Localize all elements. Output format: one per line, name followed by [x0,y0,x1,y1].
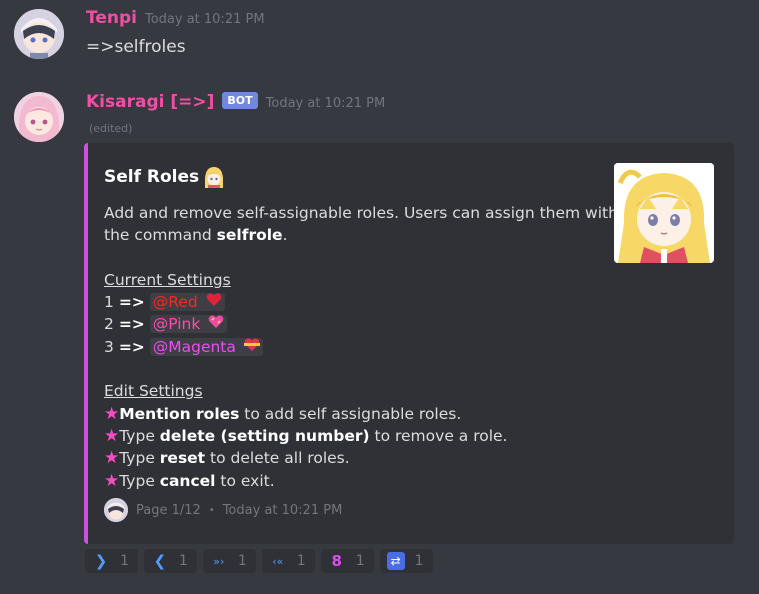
message-content: =>selfroles [86,37,186,57]
reaction-count: 1 [120,553,129,569]
timestamp: Today at 10:21 PM [265,96,386,111]
heart-with-ribbon-icon [243,336,260,358]
edit-settings-heading: Edit Settings [104,382,203,401]
reaction-count: 1 [296,553,306,569]
footer-separator: • [208,504,215,516]
role-entry-2: 2 => @Pink [104,313,604,335]
reaction-fast-forward[interactable]: »› 1 [202,549,256,573]
repeat-icon: ⇄ [386,552,405,570]
reaction-count: 1 [414,553,424,569]
bot-tag: BOT [222,92,258,109]
embed-description: Add and remove self-assignable roles. Us… [104,202,618,492]
edited-label: (edited) [89,122,133,135]
reaction-count: 1 [355,553,365,569]
numbers-icon: 8 [331,552,342,570]
footer-page: Page 1/12 [136,502,201,518]
username[interactable]: Tenpi [86,8,137,28]
bot-username[interactable]: Kisaragi [=>] [86,92,214,112]
anime-face-emoji-icon [203,166,226,188]
footer-avatar [104,498,128,522]
rewind-icon: ‹« [272,554,284,568]
bot-avatar[interactable] [14,92,64,142]
embed-footer: Page 1/12 • Today at 10:21 PM [104,498,342,522]
role-mention-magenta[interactable]: @Magenta [149,336,263,358]
embed-title-text: Self Roles [104,167,200,187]
sparkling-heart-icon [208,313,224,335]
role-entry-3: 3 => @Magenta [104,336,604,358]
message-tenpi: Tenpi Today at 10:21 PM =>selfroles [0,0,759,80]
footer-timestamp: Today at 10:21 PM [222,502,343,518]
edit-line-4: ★Type cancel to exit. [104,470,275,491]
red-heart-icon [206,291,222,313]
reaction-left-arrow[interactable]: ❮ 1 [143,549,197,573]
reaction-right-arrow[interactable]: ❯ 1 [85,549,138,573]
edit-line-1: ★Mention roles to add self assignable ro… [104,403,462,424]
right-arrow-icon: ❯ [94,552,108,570]
star-icon: ★ [104,425,120,446]
role-mention-red[interactable]: @Red [149,291,225,313]
reaction-rewind[interactable]: ‹« 1 [261,549,315,573]
edit-line-3: ★Type reset to delete all roles. [104,448,350,469]
role-entry-1: 1 => @Red [104,291,604,313]
star-icon: ★ [104,403,120,424]
reaction-count: 1 [178,553,188,569]
fast-forward-icon: »› [213,554,225,568]
role-mention-pink[interactable]: @Pink [149,313,228,335]
embed-thumbnail[interactable] [614,163,714,263]
reaction-bar: ❯ 1 ❮ 1 »› 1 ‹« 1 8 1 ⇄ 1 [85,549,433,573]
timestamp: Today at 10:21 PM [144,12,265,27]
reaction-count: 1 [237,553,247,569]
star-icon: ★ [104,448,120,469]
current-settings-heading: Current Settings [104,270,231,289]
reaction-repeat[interactable]: ⇄ 1 [379,549,433,573]
edit-line-2: ★Type delete (setting number) to remove … [104,425,508,446]
embed-title: Self Roles [104,166,226,188]
command-name: selfrole [216,226,283,245]
star-icon: ★ [104,470,120,491]
reaction-numbers[interactable]: 8 1 [320,549,374,573]
embed: Self Roles Add and remove self-assignabl… [84,143,734,544]
user-avatar[interactable] [14,9,64,59]
intro-line-2: the command selfrole. [104,226,288,245]
intro-line-1: Add and remove self-assignable roles. Us… [104,204,618,222]
left-arrow-icon: ❮ [153,552,167,570]
